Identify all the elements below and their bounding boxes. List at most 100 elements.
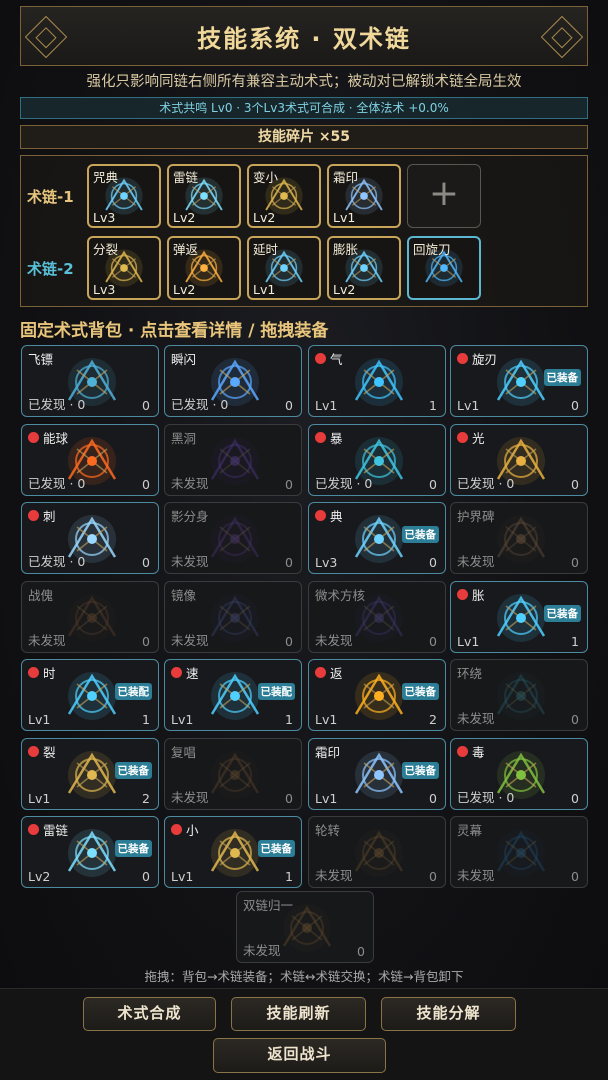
skill-card-status: Lv1	[28, 712, 51, 727]
skill-card-name: 返	[315, 663, 343, 682]
skill-card[interactable]: 瞬闪 已发现 · 0 0	[164, 345, 302, 417]
skill-card-status: 未发现	[457, 554, 495, 569]
skill-card-status: 已发现 · 0	[28, 397, 86, 412]
skill-card[interactable]: 返已装备 Lv1 2	[308, 659, 446, 731]
skill-name-text: 战傀	[28, 587, 54, 603]
skill-card[interactable]: 小已装备 Lv1 1	[164, 816, 302, 888]
skill-card[interactable]: 毒已发现 · 0 0	[450, 737, 588, 810]
equipped-badge: 已装配	[114, 683, 152, 700]
new-red-dot-icon	[171, 667, 182, 678]
equipped-badge: 已装备	[401, 526, 439, 543]
refresh-skill-button[interactable]: 技能刷新	[231, 997, 366, 1031]
skill-card[interactable]: 微术方核 未发现 0	[308, 580, 446, 653]
skill-card-name: 暴	[315, 428, 343, 447]
chain-2-slot[interactable]: 回旋刀	[407, 236, 481, 300]
skill-card[interactable]: 镜像 未发现 0	[164, 580, 302, 653]
skill-card-name: 光	[457, 428, 485, 447]
chain-1-slot[interactable]: 霜印 Lv1	[327, 164, 401, 228]
resonance-bar: 术式共鸣 Lv0 · 3个Lv3术式可合成 · 全体法术 +0.0%	[20, 97, 588, 119]
skill-card-status: Lv1	[28, 790, 51, 806]
skill-card-status: Lv1	[315, 398, 338, 413]
skill-card[interactable]: 刺已发现 · 0 0	[21, 502, 159, 574]
skill-name-text: 飞镖	[28, 352, 54, 367]
skill-card[interactable]: 飞镖 已发现 · 0 0	[21, 345, 159, 417]
equipped-badge: 已装备	[114, 761, 152, 779]
slot-skill-level: Lv2	[173, 282, 196, 297]
skill-name-text: 灵幕	[457, 823, 483, 838]
skill-name-text: 气	[330, 352, 343, 367]
new-red-dot-icon	[457, 588, 468, 600]
skill-card[interactable]: 复唱 未发现 0	[164, 737, 302, 810]
skill-card-name: 胀	[457, 585, 485, 604]
skill-name-text: 返	[330, 666, 343, 681]
skill-card[interactable]: 速已装配 Lv1 1	[164, 659, 302, 731]
skill-card-status: 未发现	[243, 943, 281, 958]
skill-card[interactable]: 旋刃 已装备 Lv1 0	[450, 345, 588, 417]
chain-2-slot[interactable]: 弹返 Lv2	[167, 236, 241, 300]
skill-card-status: Lv1	[457, 633, 480, 649]
skill-name-text: 光	[472, 430, 485, 446]
skill-card[interactable]: 典已装备 Lv3 0	[308, 502, 446, 574]
skill-card[interactable]: 战傀 未发现 0	[21, 580, 159, 653]
new-red-dot-icon	[315, 667, 326, 678]
skill-card[interactable]: 灵幕 未发现 0	[450, 816, 588, 888]
skill-card-name: 灵幕	[457, 820, 482, 839]
new-red-dot-icon	[457, 431, 468, 443]
chain-1-slot[interactable]: 咒典 Lv3	[87, 164, 161, 228]
new-red-dot-icon	[28, 510, 39, 521]
chain-2-slot[interactable]: 分裂 Lv3	[87, 236, 161, 300]
chain-1-slot[interactable]: 变小 Lv2	[247, 164, 321, 228]
skill-card[interactable]: 轮转 未发现 0	[308, 816, 446, 888]
slot-skill-level: Lv3	[93, 282, 116, 297]
skill-card-status: Lv2	[28, 869, 51, 884]
skill-card[interactable]: 裂已装备 Lv1 2	[21, 737, 159, 810]
slot-skill-name: 变小	[253, 170, 279, 185]
drag-help-text: 拖拽：背包→术链装备；术链↔术链交换；术链→背包卸下	[144, 969, 464, 984]
decompose-skill-button[interactable]: 技能分解	[381, 997, 516, 1031]
skill-name-text: 复唱	[171, 744, 197, 760]
synthesize-button[interactable]: 术式合成	[83, 997, 216, 1031]
skill-card-status: 未发现	[457, 711, 495, 726]
chain-1-slot[interactable]: 雷链 Lv2	[167, 164, 241, 228]
slot-skill-name: 弹返	[173, 242, 199, 257]
skill-card[interactable]: 雷链 已装备 Lv2 0	[21, 816, 159, 888]
slot-skill-level: Lv1	[333, 210, 356, 225]
skill-card-count: 0	[571, 790, 579, 806]
skill-card-name: 时	[28, 663, 56, 682]
skill-card[interactable]: 护界碑未发现 0	[450, 502, 588, 574]
return-battle-button[interactable]: 返回战斗	[213, 1038, 386, 1073]
skill-card-name: 黑洞	[171, 428, 196, 447]
skill-card-name: 毒	[457, 742, 485, 761]
skill-card[interactable]: 霜印 已装备 Lv1 0	[308, 737, 446, 810]
skill-card-name: 护界碑	[457, 506, 495, 525]
chain-2-slot[interactable]: 延时 Lv1	[247, 236, 321, 300]
rules-subtitle: 强化只影响同链右侧所有兼容主动术式；被动对已解锁术链全局生效	[86, 74, 522, 90]
skill-name-text: 黑洞	[171, 430, 197, 446]
skill-card[interactable]: 光已发现 · 0 0	[450, 423, 588, 496]
skill-card[interactable]: 暴已发现 · 0 0	[308, 423, 446, 496]
skill-card[interactable]: 时已装配 Lv1 1	[21, 659, 159, 731]
skill-card[interactable]: 能球 已发现 · 0 0	[21, 423, 159, 496]
skill-card[interactable]: 气 Lv1 1	[308, 345, 446, 417]
skill-card-count: 0	[571, 555, 579, 570]
skill-card[interactable]: 黑洞 未发现 0	[164, 423, 302, 496]
skill-card[interactable]: 环绕 未发现 0	[450, 659, 588, 731]
skill-name-text: 能球	[43, 430, 69, 446]
skill-card[interactable]: 双链归一 未发现 0	[236, 891, 374, 963]
skill-name-text: 小	[186, 823, 199, 838]
chain-2-slot[interactable]: 膨胀 Lv2	[327, 236, 401, 300]
skill-card-status: Lv1	[315, 712, 338, 727]
add-slot-button[interactable]: +	[407, 164, 481, 228]
equipped-badge: 已装备	[401, 683, 439, 700]
page-title: 技能系统 · 双术链	[197, 24, 411, 53]
skill-card-status: 已发现 · 0	[457, 789, 515, 805]
new-red-dot-icon	[28, 431, 39, 443]
skill-name-text: 镜像	[171, 587, 197, 603]
new-red-dot-icon	[457, 353, 468, 364]
new-red-dot-icon	[315, 510, 326, 521]
skill-shard-counter: 技能碎片 ×55	[20, 125, 588, 149]
skill-card-count: 0	[142, 869, 150, 884]
skill-card[interactable]: 胀已装备 Lv1 1	[450, 580, 588, 653]
skill-name-text: 环绕	[457, 666, 483, 681]
skill-card[interactable]: 影分身 未发现 0	[164, 502, 302, 574]
